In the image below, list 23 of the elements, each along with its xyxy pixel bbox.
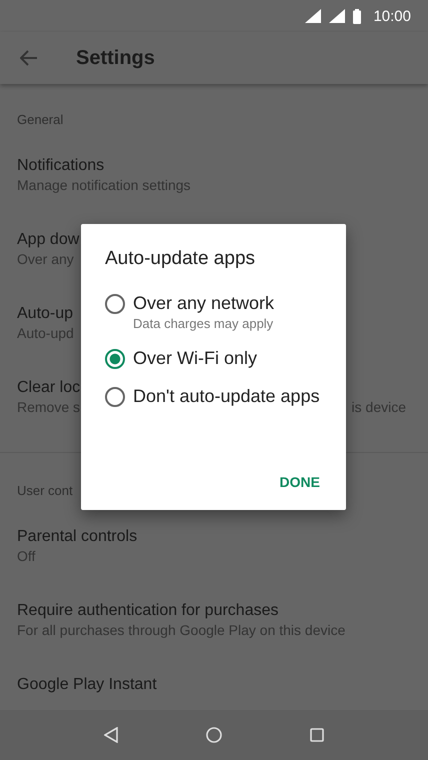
option-label[interactable]: Don't auto-update apps — [133, 385, 320, 407]
setting-title[interactable]: Notifications — [17, 156, 411, 176]
radio-button[interactable] — [105, 294, 125, 314]
battery-icon — [353, 8, 362, 24]
back-icon[interactable] — [104, 727, 118, 743]
screen-title: Settings — [76, 46, 155, 70]
done-button[interactable]: DONE — [270, 466, 330, 498]
home-icon[interactable] — [206, 727, 222, 743]
setting-title[interactable]: Parental controls — [17, 527, 411, 547]
section-header: General — [17, 112, 64, 127]
section-header: User cont — [17, 483, 73, 498]
dialog-title: Auto-update apps — [105, 248, 256, 270]
signal-icon — [305, 9, 322, 23]
recents-icon[interactable] — [310, 728, 324, 742]
option-subtitle: Data charges may apply — [133, 316, 274, 331]
signal-icon — [329, 9, 346, 23]
option-label[interactable]: Over any network — [133, 292, 274, 314]
option-label[interactable]: Over Wi-Fi only — [133, 347, 258, 369]
setting-title[interactable]: Require authentication for purchases — [17, 601, 411, 621]
radio-button[interactable] — [105, 349, 125, 369]
status-time: 10:00 — [373, 8, 411, 24]
setting-title[interactable]: Google Play Instant — [17, 675, 411, 695]
radio-button[interactable] — [105, 387, 125, 407]
